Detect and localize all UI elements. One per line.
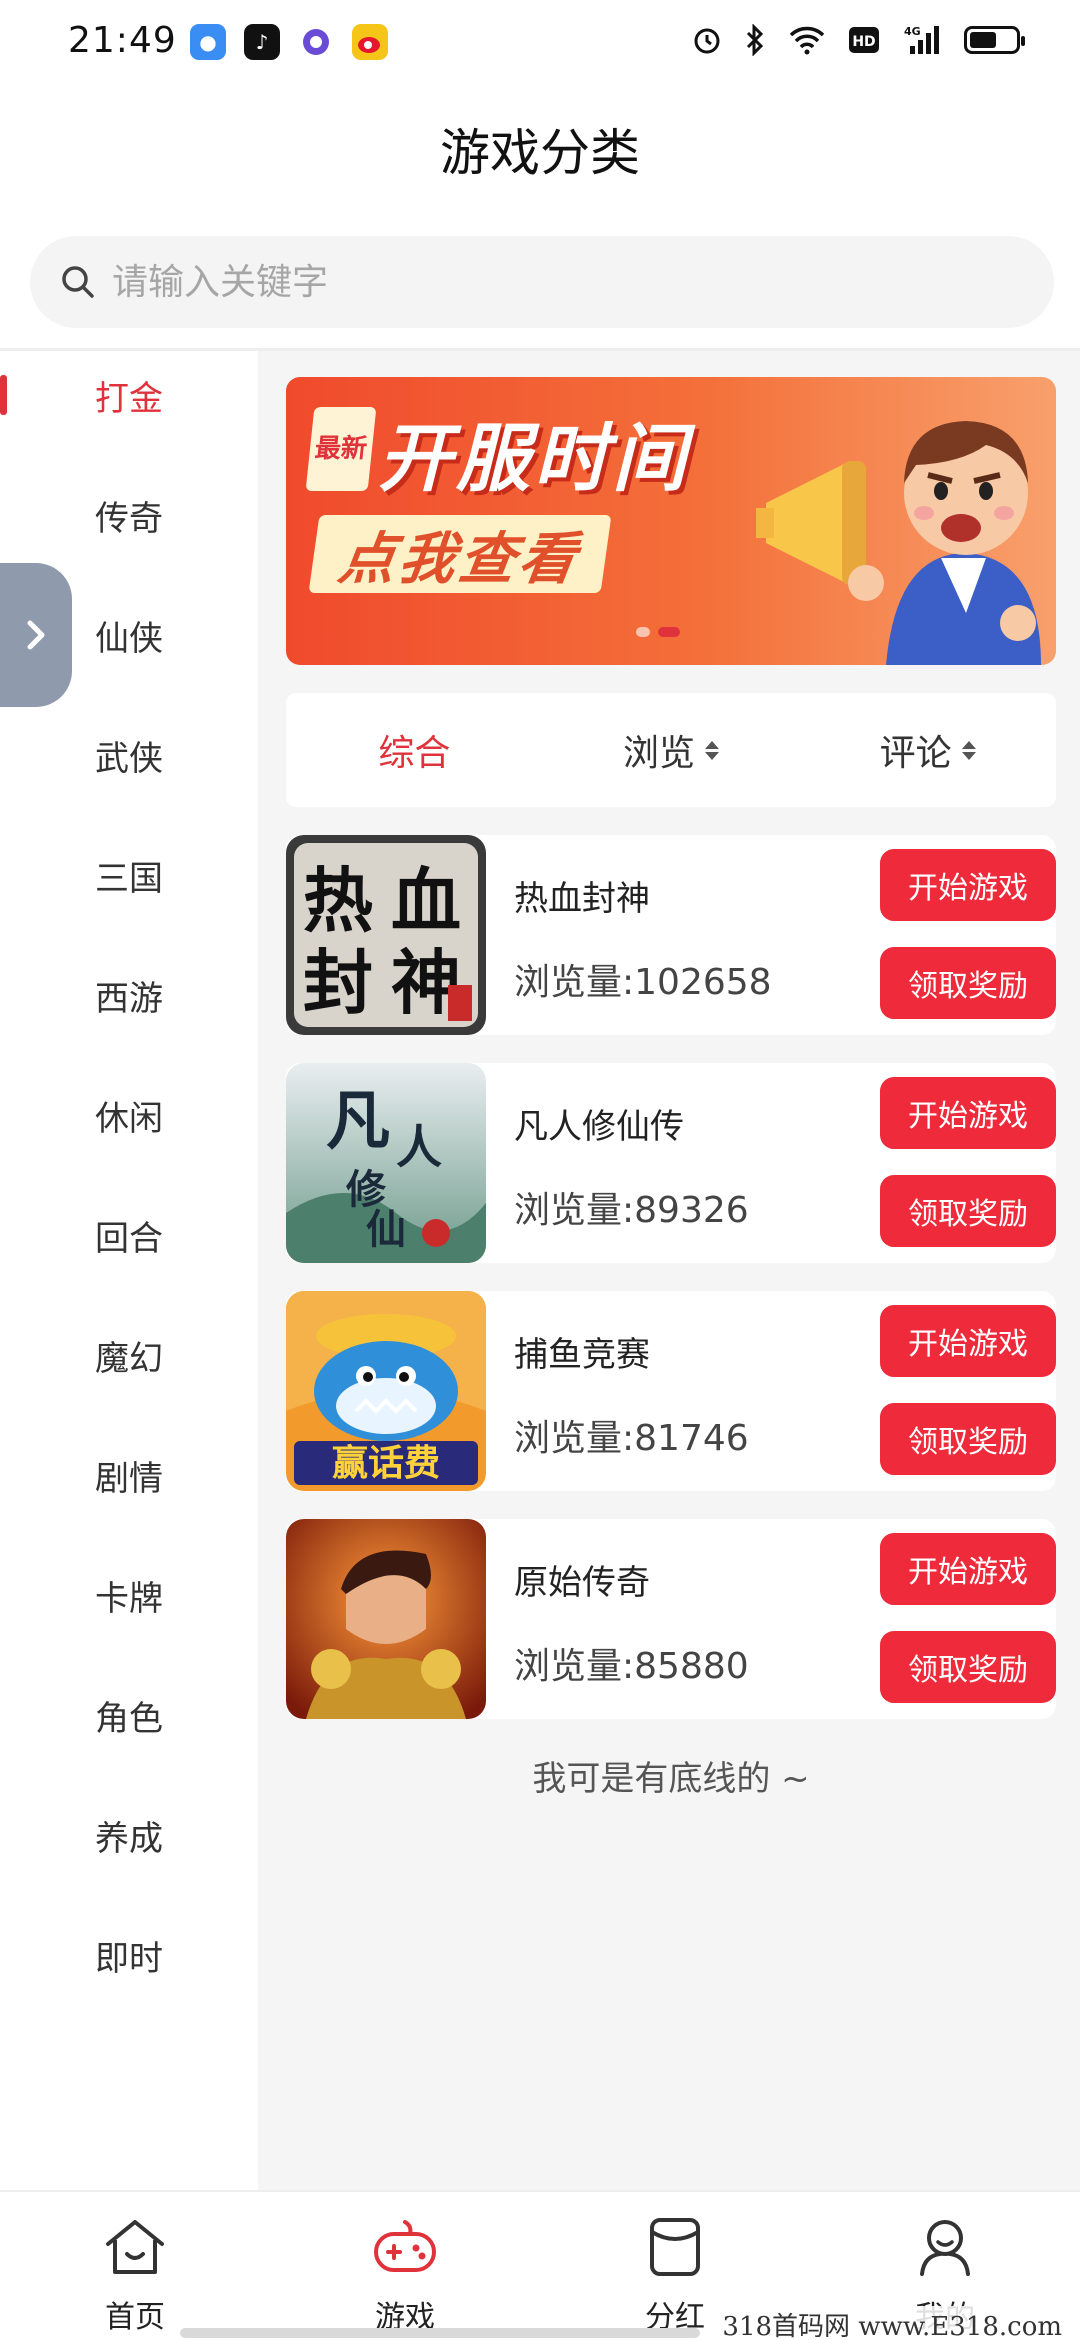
sidebar-item-yangcheng[interactable]: 养成 [0,1775,258,1895]
game-name: 凡人修仙传 [514,1107,684,1147]
thumb-char: 人 [396,1120,442,1174]
nav-label: 首页 [105,2300,165,2335]
claim-reward-button[interactable]: 领取奖励 [880,1403,1056,1475]
game-thumbnail[interactable]: 热 血 封 神 [286,835,486,1035]
profile-icon [920,2220,970,2276]
banner-dot[interactable] [636,627,650,637]
wifi-icon [788,22,826,58]
game-views: 浏览量:102658 [514,962,772,1003]
hd-icon: HD [848,22,880,58]
game-name: 热血封神 [514,879,650,919]
main-content: 最新 开服时间 点我查看 综合 浏览 评论 热 血 封 神 热血封神 浏览量:1… [258,351,1080,2190]
list-end-note: 我可是有底线的 ~ [532,1759,810,1799]
banner-pagination [636,627,680,637]
4g-signal-icon: 4G [902,22,942,58]
weibo-app-icon [352,24,388,60]
alarm-icon [692,22,722,58]
sidebar-item-chuanqi[interactable]: 传奇 [0,455,258,575]
banner-dot-active[interactable] [658,627,680,637]
game-card[interactable]: 原始传奇 浏览量:85880 开始游戏 领取奖励 [286,1519,1056,1719]
sidebar-item-juese[interactable]: 角色 [0,1655,258,1775]
status-app-icons: ● ♪ [190,24,388,60]
start-game-button[interactable]: 开始游戏 [880,1077,1056,1149]
dividend-icon [650,2218,700,2276]
sidebar-item-dajin[interactable]: 打金 [0,335,258,455]
banner-subtitle: 点我查看 [308,515,612,593]
home-icon [106,2220,164,2274]
tiktok-app-icon: ♪ [244,24,280,60]
game-views: 浏览量:85880 [514,1646,749,1687]
page-header: 游戏分类 [0,84,1080,214]
page-title: 游戏分类 [440,124,640,182]
banner-title: 开服时间 [378,416,690,502]
nav-item-home[interactable]: 首页 [0,2192,270,2340]
sort-arrows-icon [705,740,720,760]
status-time: 21:49 [68,20,177,61]
tab-comments[interactable]: 评论 [799,693,1056,807]
megaphone-man-illustration [756,421,1041,665]
game-name: 原始传奇 [514,1563,650,1603]
nav-item-games[interactable]: 游戏 [270,2192,540,2340]
banner-tag: 最新 [305,407,377,491]
tab-views[interactable]: 浏览 [543,693,800,807]
game-name: 捕鱼竞赛 [514,1335,650,1375]
game-views: 浏览量:89326 [514,1190,749,1231]
messages-app-icon: ● [190,24,226,60]
sort-tabs: 综合 浏览 评论 [286,693,1056,807]
sidebar-item-jishi[interactable]: 即时 [0,1895,258,2015]
claim-reward-button[interactable]: 领取奖励 [880,1175,1056,1247]
bluetooth-icon [744,22,766,58]
floating-expand-button[interactable] [0,563,72,707]
search-input[interactable] [112,261,912,303]
thumb-text: 赢话费 [332,1442,440,1484]
game-card[interactable]: 赢话费 捕鱼竞赛 浏览量:81746 开始游戏 领取奖励 [286,1291,1056,1491]
sidebar-item-juqing[interactable]: 剧情 [0,1415,258,1535]
svg-text:HD: HD [852,34,875,50]
status-bar: 21:49 ● ♪ HD 4G [0,0,1080,84]
sidebar-item-mohuan[interactable]: 魔幻 [0,1295,258,1415]
claim-reward-button[interactable]: 领取奖励 [880,947,1056,1019]
thumb-char: 封 [303,941,373,1024]
tab-label: 综合 [378,733,451,774]
promo-banner[interactable]: 最新 开服时间 点我查看 [286,377,1056,665]
thumb-char: 血 [391,859,461,942]
thumb-char: 凡 [326,1084,390,1159]
claim-reward-button[interactable]: 领取奖励 [880,1631,1056,1703]
watermark: 318首码网 www.E318.com [716,2306,1068,2340]
start-game-button[interactable]: 开始游戏 [880,1305,1056,1377]
search-bar[interactable] [30,236,1054,328]
game-thumbnail[interactable] [286,1519,486,1719]
battery-icon [964,26,1025,54]
svg-text:4G: 4G [904,25,921,38]
game-thumbnail[interactable]: 凡 人 修 仙 [286,1063,486,1263]
sidebar-item-sanguo[interactable]: 三国 [0,815,258,935]
start-game-button[interactable]: 开始游戏 [880,1533,1056,1605]
sidebar-item-huihe[interactable]: 回合 [0,1175,258,1295]
thumb-char: 仙 [366,1206,406,1253]
sidebar-item-xiuxian[interactable]: 休闲 [0,1055,258,1175]
sidebar-item-wuxia[interactable]: 武侠 [0,695,258,815]
search-icon [58,262,98,302]
game-thumbnail[interactable]: 赢话费 [286,1291,486,1491]
gamepad-icon [374,2220,436,2272]
chevron-right-icon [27,620,45,650]
game-card[interactable]: 凡 人 修 仙 凡人修仙传 浏览量:89326 开始游戏 领取奖励 [286,1063,1056,1263]
status-right-icons: HD 4G [692,22,1025,58]
start-game-button[interactable]: 开始游戏 [880,849,1056,921]
tab-general[interactable]: 综合 [286,693,543,807]
tab-label: 评论 [879,733,952,774]
game-views: 浏览量:81746 [514,1418,749,1459]
game-card[interactable]: 热 血 封 神 热血封神 浏览量:102658 开始游戏 领取奖励 [286,835,1056,1035]
browser-app-icon [298,24,334,60]
thumb-char: 热 [303,859,373,942]
tab-label: 浏览 [623,733,696,774]
sidebar-item-kapai[interactable]: 卡牌 [0,1535,258,1655]
home-indicator[interactable] [180,2328,700,2338]
sidebar-item-xiyou[interactable]: 西游 [0,935,258,1055]
sort-arrows-icon [961,740,976,760]
